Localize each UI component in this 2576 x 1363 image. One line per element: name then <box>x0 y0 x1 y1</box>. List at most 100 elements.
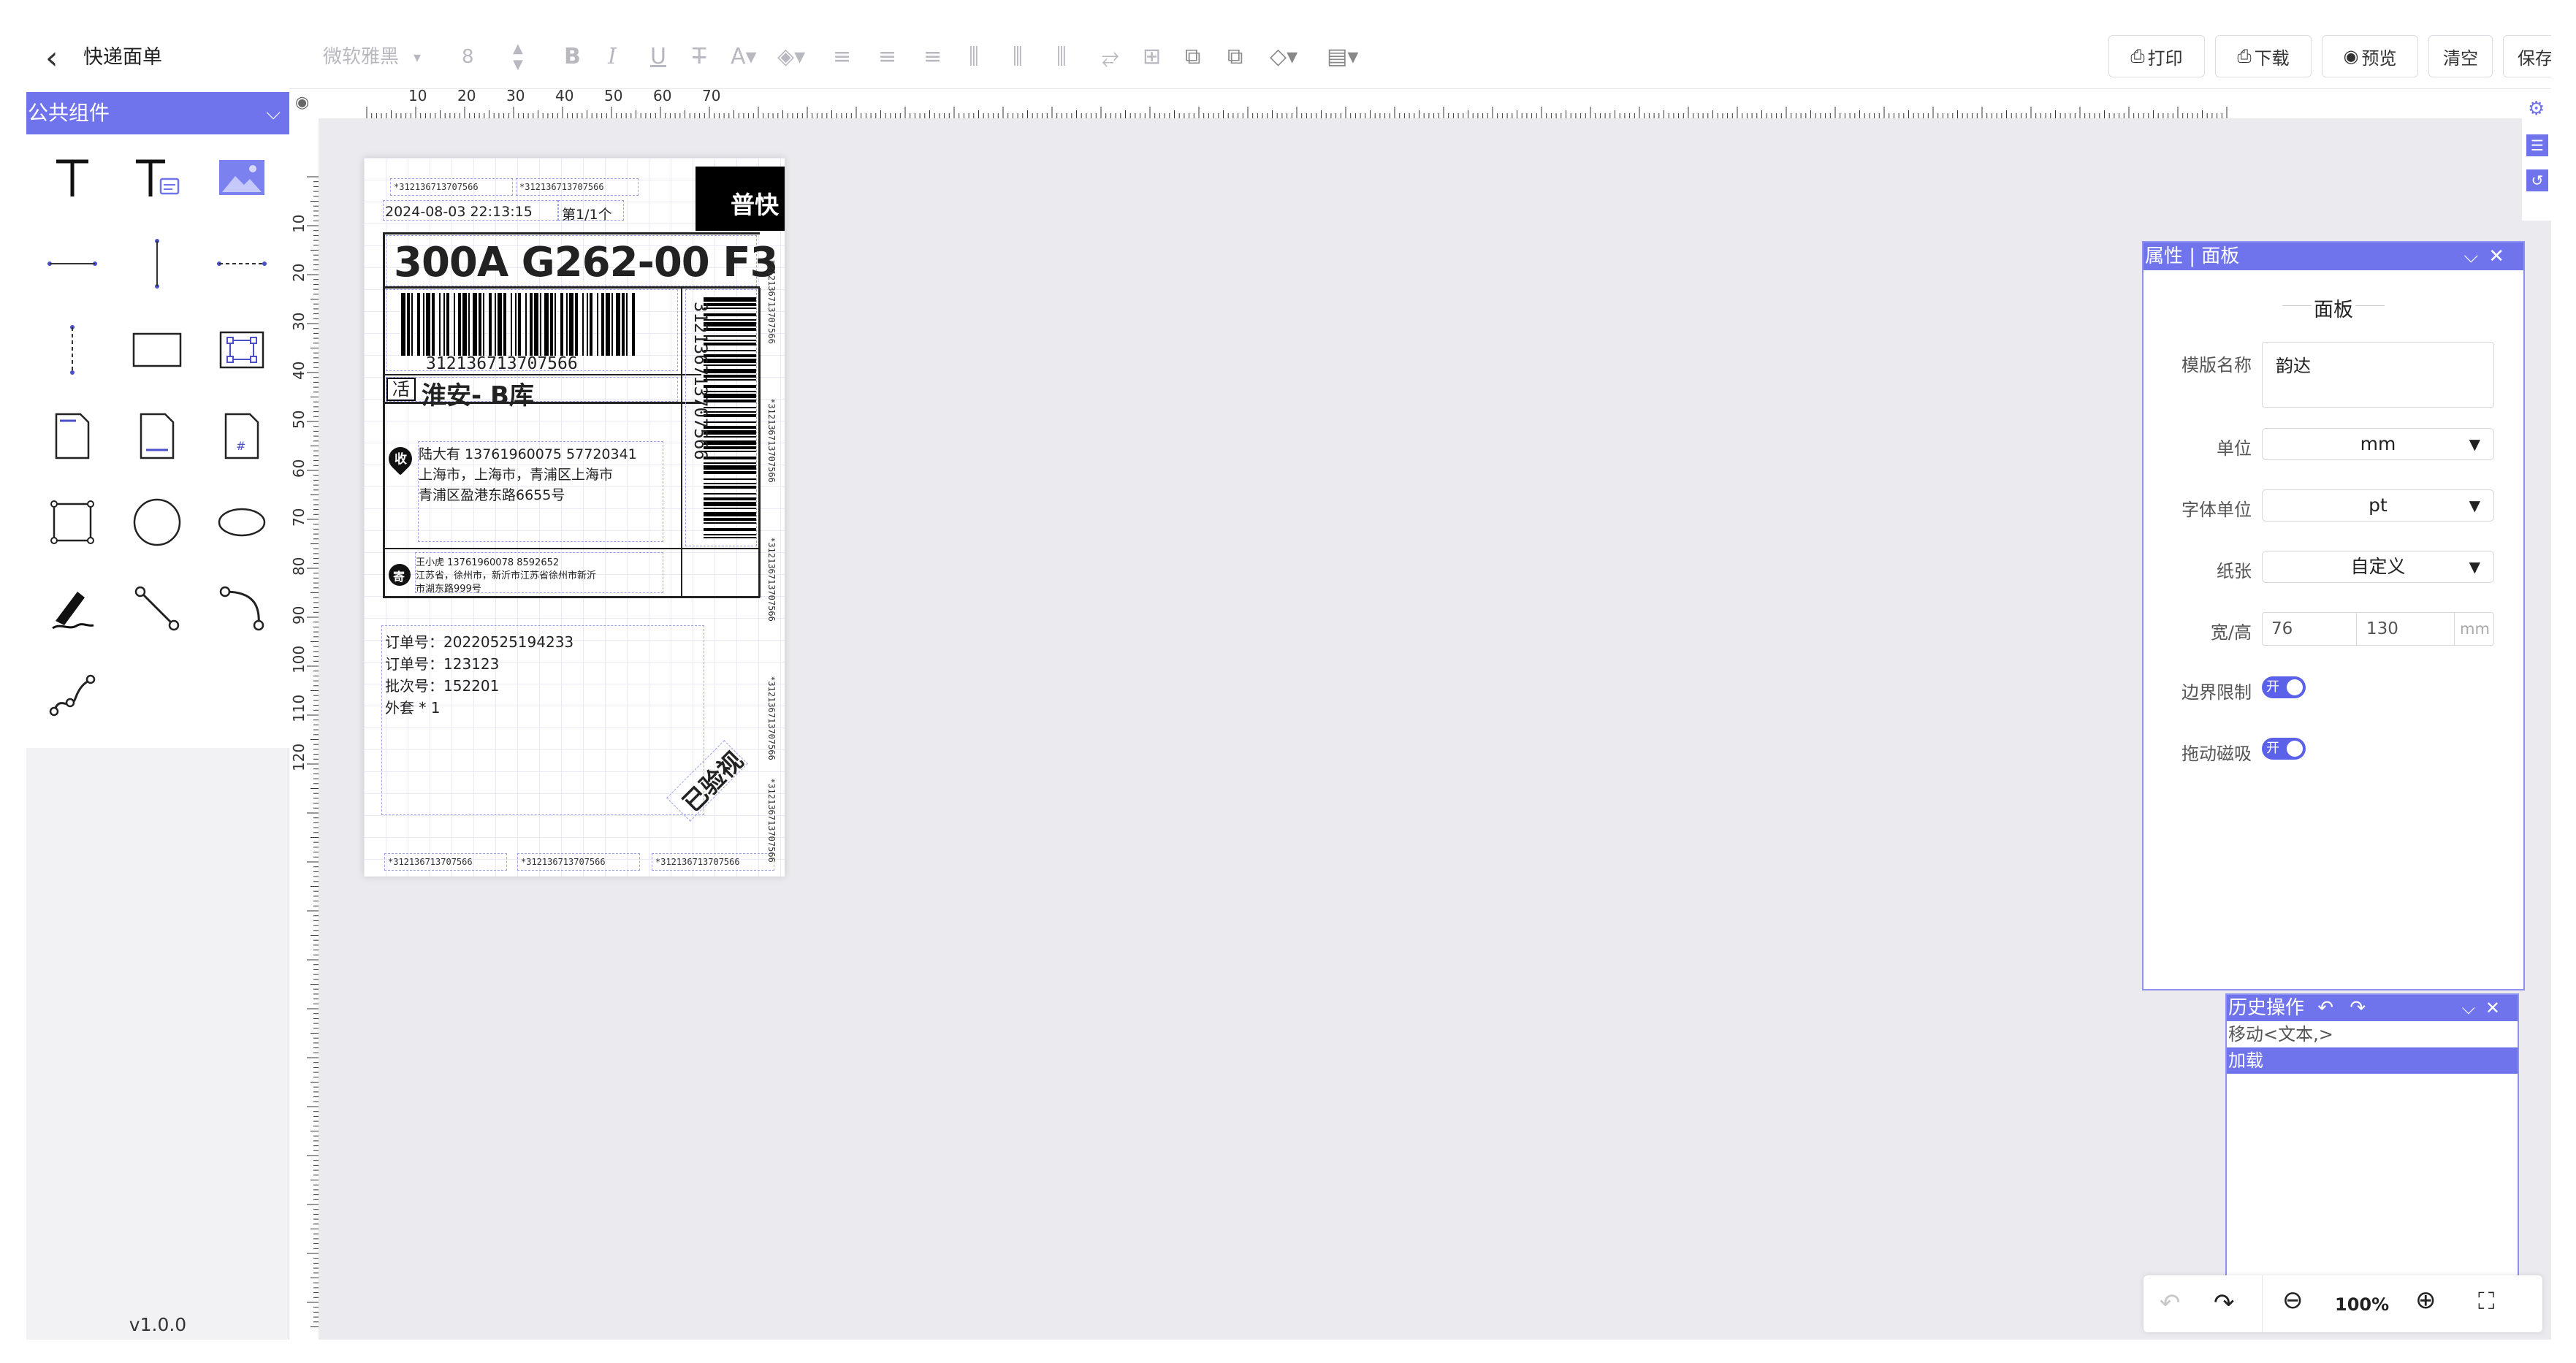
page-field[interactable]: 第1/1个 <box>558 200 624 223</box>
text-field[interactable]: *312136713707566 <box>652 853 774 871</box>
circle-shape-icon[interactable] <box>114 479 200 565</box>
send-back-icon[interactable]: ⧉ <box>1227 41 1243 73</box>
barcode-vertical[interactable]: 312136713707566 <box>685 289 757 546</box>
receiver-info[interactable]: 陆大有 13761960075 57720341 上海市，上海市，青浦区上海市 … <box>418 441 663 542</box>
datetime-field[interactable]: 2024-08-03 22:13:15 <box>383 200 558 221</box>
text-tool-icon[interactable] <box>29 134 115 221</box>
layers-icon[interactable]: ◇▾ <box>1270 41 1297 73</box>
page-header-icon[interactable] <box>29 393 115 479</box>
distribute-icon[interactable]: ▤▾ <box>1327 41 1358 73</box>
vertical-tracking[interactable]: *312136713707566 <box>766 676 777 760</box>
long-text-tool-icon[interactable] <box>114 134 200 221</box>
rectangle-tool-icon[interactable] <box>114 307 200 393</box>
align-right-icon[interactable]: ≡ <box>923 41 942 73</box>
ellipse-shape-icon[interactable] <box>199 479 285 565</box>
back-icon[interactable]: ‹ <box>45 39 58 77</box>
square-shape-icon[interactable] <box>29 479 115 565</box>
destination-field[interactable]: 㓉 淮安- B库 <box>386 377 678 411</box>
close-icon[interactable]: ✕ <box>2488 245 2515 267</box>
width-input[interactable]: 76 <box>2271 619 2293 638</box>
font-size-stepper[interactable]: ▲ ▼ <box>513 41 523 73</box>
unit-select[interactable]: mm ▼ <box>2262 428 2494 460</box>
bring-front-icon[interactable]: ⧉ <box>1185 41 1200 73</box>
chevron-down-icon[interactable]: ▾ <box>414 41 421 73</box>
chevron-down-icon[interactable]: ⌵ <box>266 92 281 134</box>
barcode-horizontal[interactable]: 312136713707566 <box>386 289 678 373</box>
font-unit-select[interactable]: pt ▼ <box>2262 489 2494 522</box>
horizontal-line-icon[interactable] <box>29 221 115 307</box>
align-center-icon[interactable]: ≡ <box>878 41 896 73</box>
sender-info[interactable]: 王小虎 13761960078 8592652 江苏省，徐州市，新沂市江苏省徐州… <box>415 552 663 595</box>
vertical-tracking[interactable]: *312136713707566 <box>766 398 777 483</box>
ruler-left: 10 20 30 40 50 60 70 80 90 100 110 120 <box>289 89 319 1340</box>
zoom-out-icon[interactable]: ⊖ <box>2282 1286 2303 1315</box>
express-type-box[interactable]: 普快 <box>696 167 785 231</box>
sliders-icon[interactable]: ☰ <box>2526 134 2548 156</box>
label-paper[interactable]: *312136713707566 *312136713707566 2024-0… <box>364 158 785 877</box>
settings-icon[interactable]: ⚙ <box>2528 98 2545 120</box>
download-button[interactable]: ⎙ 下载 <box>2215 35 2312 77</box>
redo-icon[interactable]: ↷ <box>2350 997 2366 1019</box>
vertical-tracking[interactable]: *312136713707566 <box>766 259 777 344</box>
height-input[interactable]: 130 <box>2366 619 2398 638</box>
text-field[interactable]: *312136713707566 <box>390 178 513 196</box>
route-code-field[interactable]: 300A G262-00 F3 <box>386 235 778 286</box>
dashed-vertical-line-icon[interactable] <box>29 307 115 393</box>
redo-icon[interactable]: ↷ <box>2214 1288 2235 1318</box>
valign-top-icon[interactable]: ⫼ <box>969 41 979 73</box>
pen-tool-icon[interactable] <box>29 565 115 652</box>
line-segment-icon[interactable] <box>114 565 200 652</box>
bezier-tool-icon[interactable] <box>29 652 115 738</box>
table-tool-icon[interactable] <box>199 307 285 393</box>
font-size-input[interactable]: 8 <box>462 41 474 73</box>
fill-color-icon[interactable]: ◈▾ <box>777 41 805 73</box>
chevron-down-icon[interactable]: ⌵ <box>2463 245 2488 267</box>
vertical-tracking[interactable]: *312136713707566 <box>766 537 777 622</box>
drag-snap-toggle[interactable]: 开 <box>2262 738 2306 760</box>
valign-middle-icon[interactable]: ⫼ <box>1013 41 1023 73</box>
map-icon[interactable]: ⛶ <box>2478 1287 2494 1316</box>
chevron-down-icon[interactable]: ⌵ <box>2462 998 2485 1018</box>
preview-button[interactable]: ◉ 预览 <box>2322 35 2418 77</box>
font-family-select[interactable]: 微软雅黑 <box>323 41 399 73</box>
image-tool-icon[interactable] <box>199 134 285 221</box>
component-section-header[interactable]: 公共组件 ⌵ <box>26 92 289 134</box>
print-button[interactable]: ⎙ 打印 <box>2108 35 2205 77</box>
curve-tool-icon[interactable] <box>199 565 285 652</box>
align-left-icon[interactable]: ≡ <box>833 41 851 73</box>
page-number-icon[interactable]: # <box>199 393 285 479</box>
history-icon[interactable]: ↺ <box>2526 169 2548 191</box>
dashed-horizontal-line-icon[interactable] <box>199 221 285 307</box>
history-item-active[interactable]: 加载 <box>2227 1047 2518 1074</box>
boundary-limit-toggle[interactable]: 开 <box>2262 676 2306 698</box>
eye-icon[interactable]: ◉ <box>295 93 309 112</box>
properties-panel-header[interactable]: 属性 | 面板 ⌵✕ <box>2144 243 2523 270</box>
underline-icon[interactable]: U <box>650 41 666 73</box>
italic-icon[interactable]: I <box>608 41 617 73</box>
table-border-icon[interactable]: ⊞ <box>1143 41 1161 73</box>
strikethrough-icon[interactable]: T <box>693 41 706 73</box>
page-footer-icon[interactable] <box>114 393 200 479</box>
unit-label: 单位 <box>2217 438 2252 459</box>
bold-icon[interactable]: B <box>564 41 581 73</box>
undo-icon[interactable]: ↶ <box>2317 997 2333 1019</box>
frame-line <box>383 596 760 598</box>
text-field[interactable]: *312136713707566 <box>517 853 640 871</box>
zoom-in-icon[interactable]: ⊕ <box>2415 1286 2436 1315</box>
valign-bottom-icon[interactable]: ⫼ <box>1056 41 1067 73</box>
font-color-icon[interactable]: A▾ <box>731 41 757 73</box>
order-info[interactable]: 订单号：20220525194233 订单号：123123 批次号：152201… <box>381 625 704 815</box>
save-button[interactable]: 保存 <box>2503 35 2551 77</box>
paper-select[interactable]: 自定义 ▼ <box>2262 551 2494 583</box>
history-panel-header[interactable]: 历史操作 ↶ ↷ ⌵✕ <box>2227 995 2518 1021</box>
clear-button[interactable]: 清空 <box>2428 35 2493 77</box>
close-icon[interactable]: ✕ <box>2485 998 2510 1018</box>
wrap-text-icon[interactable]: ⥂ <box>1102 41 1119 73</box>
history-item[interactable]: 移动<文本,> <box>2227 1021 2518 1047</box>
vertical-line-icon[interactable] <box>114 221 200 307</box>
vertical-tracking[interactable]: *312136713707566 <box>766 778 777 863</box>
text-field[interactable]: *312136713707566 <box>384 853 507 871</box>
text-field[interactable]: *312136713707566 <box>516 178 639 196</box>
undo-icon[interactable]: ↶ <box>2160 1288 2181 1318</box>
template-name-input[interactable]: 韵达 <box>2262 342 2494 408</box>
